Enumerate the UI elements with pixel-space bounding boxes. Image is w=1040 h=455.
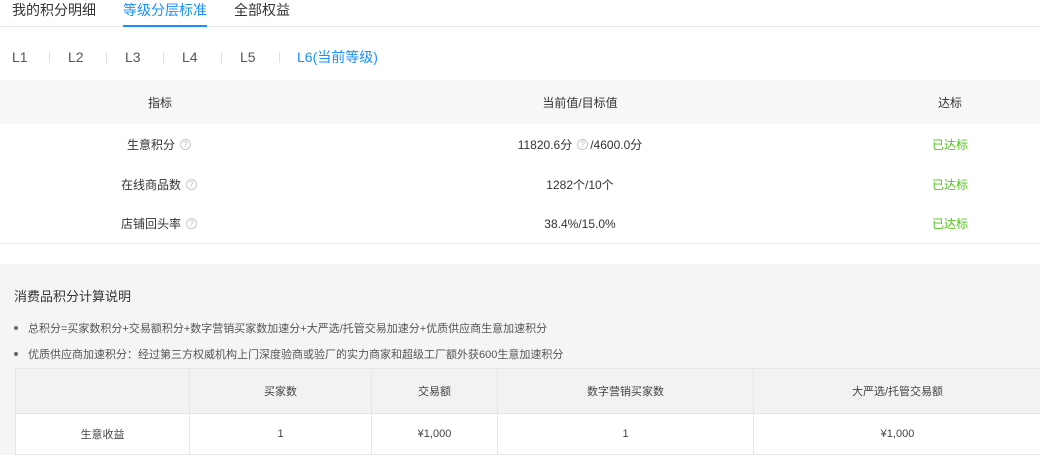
divider <box>221 52 222 63</box>
tab-level-standard[interactable]: 等级分层标准 <box>123 0 207 27</box>
cell-digital-buyers: 1 <box>498 414 754 454</box>
header-metric: 指标 <box>147 95 172 110</box>
help-icon[interactable]: ? <box>577 138 589 150</box>
tab-my-points-detail[interactable]: 我的积分明细 <box>12 0 96 27</box>
level-tab-l5[interactable]: L5 <box>240 46 256 68</box>
header-buyers: 买家数 <box>190 369 372 413</box>
bullet-text: 总积分=买家数积分+交易额积分+数字营销买家数加速分+大严选/托管交易加速分+优… <box>28 323 548 335</box>
points-calc-table: 买家数 交易额 数字营销买家数 大严选/托管交易额 生意收益 1 ¥1,000 … <box>15 368 1040 455</box>
table-row: 店铺回头率 ? 38.4%/15.0% 已达标 <box>0 204 1040 244</box>
row-label: 生意收益 <box>16 414 190 454</box>
status-badge: 已达标 <box>931 177 968 192</box>
table-row: 生意积分 ? 11820.6分 ? /4600.0分 已达标 <box>0 124 1040 164</box>
cell-trade-amount: ¥1,000 <box>372 414 498 454</box>
level-tab-l3[interactable]: L3 <box>125 46 141 68</box>
metric-name-cell: 店铺回头率 ? <box>0 204 320 243</box>
divider <box>49 52 50 63</box>
help-icon[interactable]: ? <box>186 218 197 229</box>
divider <box>106 52 107 63</box>
level-tab-l2[interactable]: L2 <box>68 46 84 68</box>
bullet-text: 优质供应商加速积分：经过第三方权威机构上门深度验商或验厂的实力商家和超级工厂额外… <box>28 349 564 361</box>
tab-all-benefits[interactable]: 全部权益 <box>234 0 290 27</box>
status-badge: 已达标 <box>931 217 968 231</box>
metrics-table: 指标 当前值/目标值 达标 生意积分 ? 11820.6分 ? /4600.0分… <box>0 80 1040 244</box>
points-explanation-panel: 消费品积分计算说明 总积分=买家数积分+交易额积分+数字营销买家数加速分+大严选… <box>0 264 1040 455</box>
panel-title: 消费品积分计算说明 <box>14 289 132 304</box>
metric-name-cell: 在线商品数 ? <box>0 164 320 204</box>
cell-managed-trade: ¥1,000 <box>880 428 915 440</box>
metric-current-value: 11820.6分 <box>517 137 573 152</box>
header-managed-trade: 大严选/托管交易额 <box>851 386 944 398</box>
level-tab-l4[interactable]: L4 <box>182 46 198 68</box>
header-status: 达标 <box>937 95 962 110</box>
help-icon[interactable]: ? <box>186 178 197 190</box>
bullet-icon <box>14 352 18 357</box>
level-tab-l6-current[interactable]: L6(当前等级) <box>297 46 378 68</box>
header-empty <box>16 369 190 413</box>
metric-name: 生意积分 <box>126 137 175 152</box>
metric-name: 店铺回头率 <box>120 217 181 231</box>
bullet-icon <box>14 326 18 331</box>
table-row: 在线商品数 ? 1282个/10个 已达标 <box>0 164 1040 204</box>
divider <box>163 52 164 63</box>
metric-target-value: /4600.0分 <box>590 137 643 152</box>
calc-table-header: 买家数 交易额 数字营销买家数 大严选/托管交易额 <box>15 368 1040 414</box>
list-item: 总积分=买家数积分+交易额积分+数字营销买家数加速分+大严选/托管交易加速分+优… <box>14 320 547 336</box>
metric-value-cell: 11820.6分 ? /4600.0分 <box>330 124 830 164</box>
level-tab-l1[interactable]: L1 <box>12 46 28 68</box>
list-item: 优质供应商加速积分：经过第三方权威机构上门深度验商或验厂的实力商家和超级工厂额外… <box>14 346 563 362</box>
header-current-target: 当前值/目标值 <box>542 95 618 110</box>
top-tab-bar: 我的积分明细 等级分层标准 全部权益 <box>0 0 1040 27</box>
metric-name-cell: 生意积分 ? <box>0 124 320 164</box>
status-badge: 已达标 <box>931 137 968 152</box>
table-row: 生意收益 1 ¥1,000 1 ¥1,000 <box>15 414 1040 455</box>
cell-buyers: 1 <box>190 414 372 454</box>
header-digital-buyers: 数字营销买家数 <box>498 369 754 413</box>
metric-value: 1282个/10个 <box>546 177 614 192</box>
divider <box>279 52 280 63</box>
level-tab-bar: L1 L2 L3 L4 L5 L6(当前等级) <box>0 46 1040 70</box>
header-trade-amount: 交易额 <box>372 369 498 413</box>
metric-value: 38.4%/15.0% <box>544 216 616 231</box>
metric-name: 在线商品数 <box>120 177 181 192</box>
help-icon[interactable]: ? <box>180 138 191 150</box>
metrics-table-header: 指标 当前值/目标值 达标 <box>0 80 1040 124</box>
